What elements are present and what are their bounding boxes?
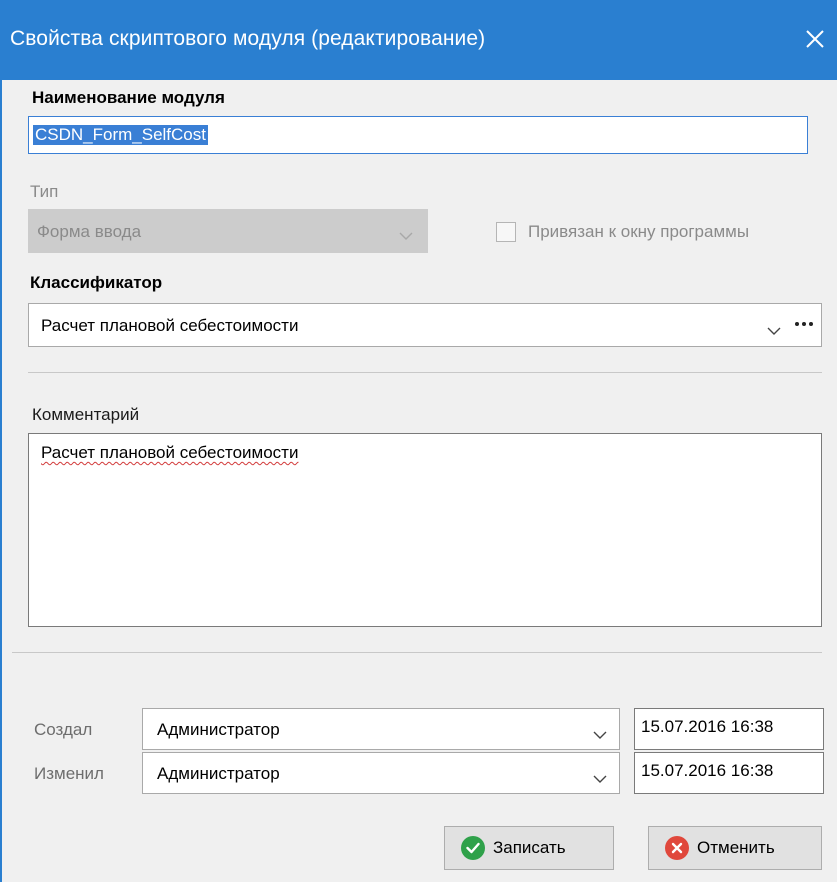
- bound-to-window-label: Привязан к окну программы: [528, 222, 750, 241]
- type-value: Форма ввода: [37, 222, 142, 241]
- comment-textarea[interactable]: Расчет плановой себестоимости: [28, 433, 822, 627]
- created-date-field[interactable]: 15.07.2016 16:38: [634, 708, 824, 750]
- dialog-title: Свойства скриптового модуля (редактирова…: [10, 27, 486, 50]
- save-button[interactable]: Записать: [444, 826, 614, 870]
- window-border: [0, 80, 2, 882]
- type-label: Тип: [30, 182, 59, 201]
- bound-to-window-checkbox[interactable]: [496, 222, 516, 242]
- created-by-value: Администратор: [157, 720, 280, 739]
- classifier-label: Классификатор: [30, 273, 163, 292]
- created-by-select[interactable]: Администратор: [142, 708, 620, 750]
- modified-date-field[interactable]: 15.07.2016 16:38: [634, 752, 824, 794]
- type-select: Форма ввода: [28, 209, 428, 253]
- created-date-value: 15.07.2016 16:38: [641, 717, 774, 736]
- title-bar: Свойства скриптового модуля (редактирова…: [0, 0, 837, 80]
- comment-label: Комментарий: [32, 405, 140, 424]
- cancel-button[interactable]: Отменить: [648, 826, 822, 870]
- divider: [12, 652, 822, 653]
- module-name-label: Наименование модуля: [32, 88, 225, 107]
- ellipsis-icon[interactable]: [793, 314, 815, 339]
- module-name-input[interactable]: CSDN_Form_SelfCost: [28, 116, 808, 154]
- comment-value: Расчет плановой себестоимости: [41, 443, 299, 462]
- chevron-down-icon[interactable]: [767, 321, 781, 341]
- cancel-button-label: Отменить: [697, 838, 775, 857]
- modified-date-value: 15.07.2016 16:38: [641, 761, 774, 780]
- checkmark-icon: [461, 836, 485, 860]
- classifier-value: Расчет плановой себестоимости: [41, 316, 299, 335]
- divider: [28, 372, 822, 373]
- save-button-label: Записать: [493, 838, 566, 857]
- chevron-down-icon[interactable]: [593, 725, 607, 745]
- classifier-select[interactable]: Расчет плановой себестоимости: [28, 303, 822, 347]
- created-by-label: Создал: [34, 720, 93, 739]
- close-icon[interactable]: [800, 22, 830, 56]
- cancel-icon: [665, 836, 689, 860]
- modified-by-value: Администратор: [157, 764, 280, 783]
- modified-by-label: Изменил: [34, 764, 104, 783]
- module-name-value: CSDN_Form_SelfCost: [33, 125, 208, 145]
- chevron-down-icon: [399, 226, 413, 246]
- modified-by-select[interactable]: Администратор: [142, 752, 620, 794]
- chevron-down-icon[interactable]: [593, 769, 607, 789]
